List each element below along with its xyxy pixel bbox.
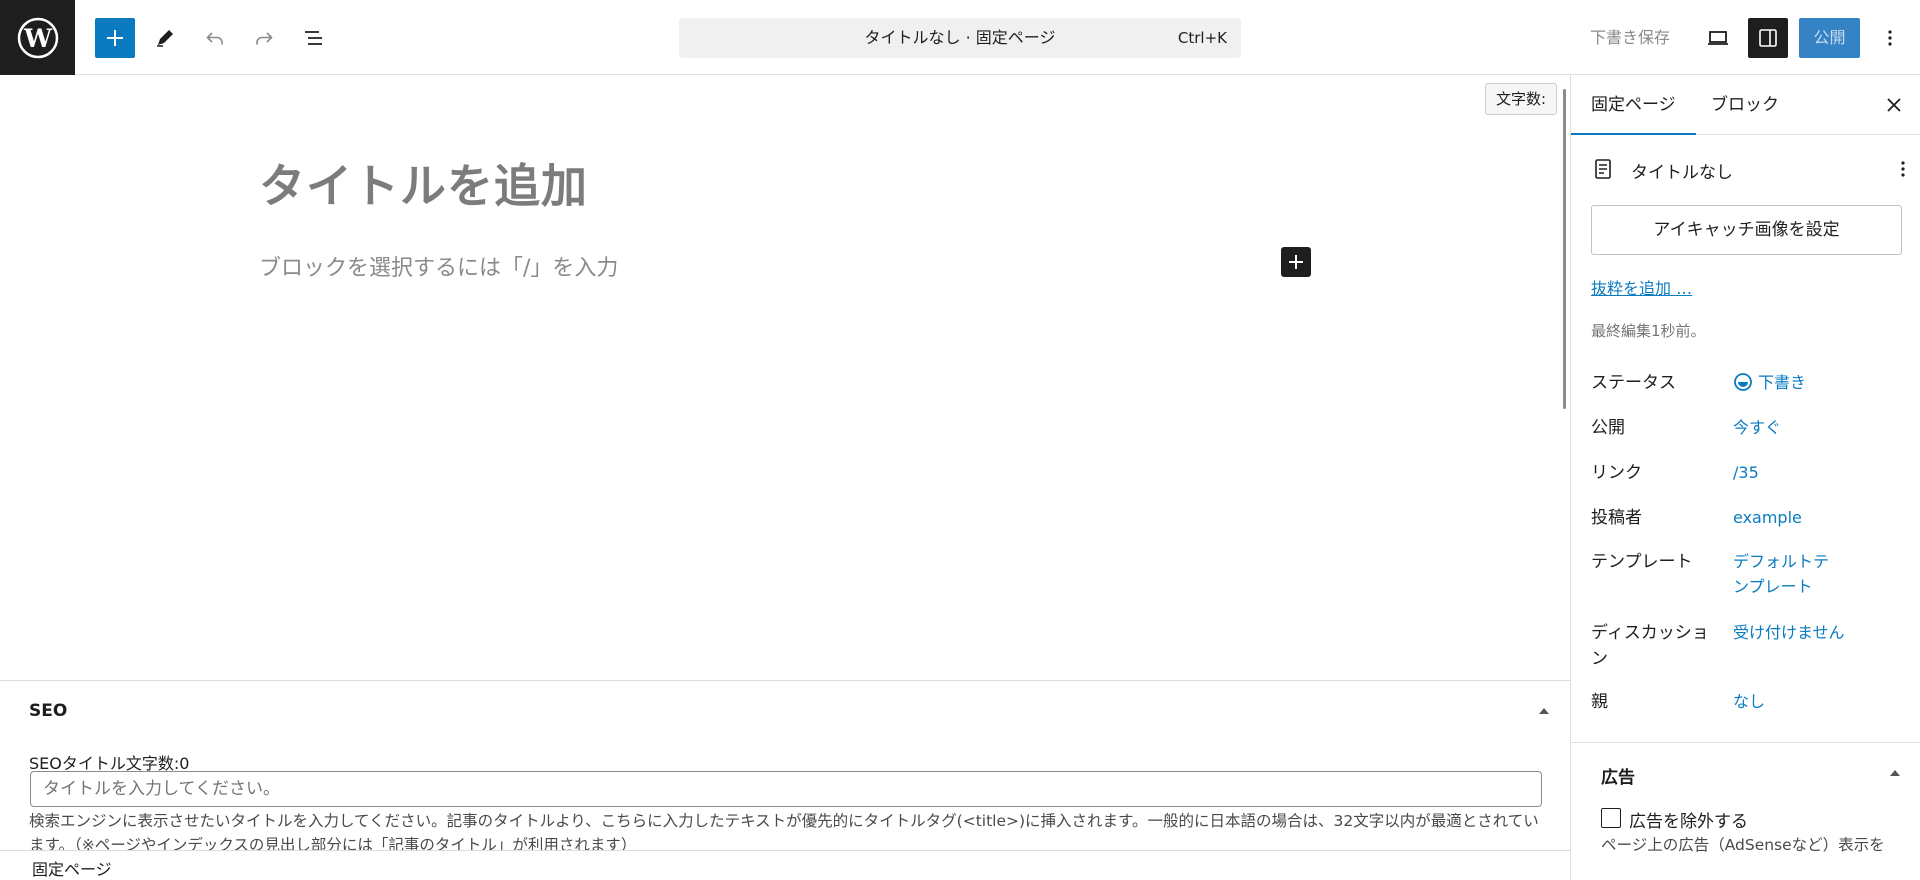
seo-title-input[interactable] [30, 771, 1542, 807]
ads-heading: 広告 [1601, 768, 1635, 788]
plus-icon [1289, 255, 1303, 269]
document-title-label: タイトルなし [1631, 163, 1733, 183]
meta-label: テンプレート [1591, 552, 1693, 572]
plus-icon [107, 30, 123, 46]
tools-button[interactable] [145, 18, 185, 58]
breadcrumb[interactable]: 固定ページ [32, 856, 112, 880]
settings-toggle-button[interactable] [1748, 18, 1788, 58]
exclude-ads-label[interactable]: 広告を除外する [1629, 807, 1748, 832]
settings-sidebar: 固定ページ ブロック タイトルなし アイキャッチ画像を設定 抜粋を追加 … 最終… [1570, 75, 1920, 880]
meta-label: 公開 [1591, 418, 1625, 438]
more-vertical-icon [1888, 30, 1892, 46]
meta-label: ディスカッション [1591, 623, 1709, 669]
editor-toolbar: W タイトルなし · 固定ページ Ctrl+K 下書き保存 公開 [0, 0, 1920, 75]
preview-button[interactable] [1698, 18, 1738, 58]
publish-button[interactable]: 公開 [1799, 18, 1860, 58]
undo-icon [206, 32, 223, 45]
redo-button[interactable] [244, 18, 284, 58]
command-shortcut: Ctrl+K [1177, 29, 1227, 47]
block-placeholder[interactable]: ブロックを選択するには「/」を入力 [259, 250, 618, 282]
close-icon[interactable] [1881, 92, 1907, 118]
parent-value[interactable]: なし [1733, 689, 1843, 714]
sidebar-icon [1759, 29, 1777, 47]
command-palette-bar[interactable]: タイトルなし · 固定ページ Ctrl+K [679, 18, 1241, 58]
add-excerpt-link[interactable]: 抜粋を追加 … [1591, 275, 1692, 299]
tab-block[interactable]: ブロック [1691, 75, 1799, 135]
set-featured-image-button[interactable]: アイキャッチ画像を設定 [1591, 205, 1902, 255]
template-value[interactable]: デフォルトテンプレート [1733, 549, 1843, 599]
document-title: タイトルなし · 固定ページ [864, 28, 1056, 47]
options-menu-button[interactable] [1870, 18, 1910, 58]
svg-text:W: W [22, 24, 52, 53]
block-inserter-button[interactable] [95, 18, 135, 58]
status-value-text: 下書き [1758, 373, 1807, 392]
chevron-up-icon[interactable] [1536, 703, 1552, 719]
meta-label: ステータス [1591, 373, 1676, 393]
publish-date-value[interactable]: 今すぐ [1733, 415, 1843, 440]
page-icon [1595, 159, 1611, 179]
undo-button[interactable] [195, 18, 235, 58]
permalink-value[interactable]: /35 [1733, 460, 1843, 485]
save-draft-button[interactable]: 下書き保存 [1580, 18, 1680, 58]
document-overview-button[interactable] [294, 18, 334, 58]
meta-label: 親 [1591, 692, 1608, 712]
chevron-up-icon[interactable] [1887, 765, 1903, 781]
last-edited-text: 最終編集1秒前。 [1591, 322, 1706, 340]
editor-footer: 固定ページ [0, 850, 1570, 880]
status-value[interactable]: 下書き [1733, 370, 1843, 395]
add-block-button[interactable] [1281, 247, 1311, 277]
desktop-icon [1708, 31, 1728, 45]
seo-heading: SEO [29, 701, 68, 721]
redo-icon [256, 32, 273, 45]
ads-panel: 広告 広告を除外する ページ上の広告（AdSenseなど）表示を [1571, 742, 1920, 880]
exclude-ads-checkbox[interactable] [1601, 808, 1621, 828]
tab-page[interactable]: 固定ページ [1571, 75, 1696, 135]
word-count-badge: 文字数: [1485, 83, 1558, 115]
author-value[interactable]: example [1733, 505, 1843, 530]
editor-canvas: 文字数: タイトルを追加 ブロックを選択するには「/」を入力 [0, 75, 1570, 680]
seo-help-text: 検索エンジンに表示させたいタイトルを入力してください。記事のタイトルより、こちら… [29, 812, 1539, 850]
ads-description: ページ上の広告（AdSenseなど）表示を [1601, 836, 1885, 854]
meta-label: 投稿者 [1591, 508, 1642, 528]
sidebar-tabs: 固定ページ ブロック [1571, 75, 1920, 135]
post-title-field[interactable]: タイトルを追加 [259, 150, 588, 216]
list-view-icon [305, 31, 322, 45]
seo-metabox: SEO SEOタイトル文字数:0 検索エンジンに表示させたいタイトルを入力してく… [0, 680, 1570, 850]
more-vertical-icon[interactable] [1891, 157, 1915, 181]
wordpress-logo-button[interactable]: W [0, 0, 75, 75]
discussion-value[interactable]: 受け付けません [1733, 620, 1873, 645]
document-summary: タイトルなし [1591, 155, 1911, 185]
pencil-icon [157, 30, 173, 47]
draft-status-icon [1734, 373, 1752, 391]
editor-scrollbar[interactable] [1563, 89, 1566, 409]
meta-label: リンク [1591, 463, 1642, 483]
wordpress-icon: W [17, 17, 58, 58]
